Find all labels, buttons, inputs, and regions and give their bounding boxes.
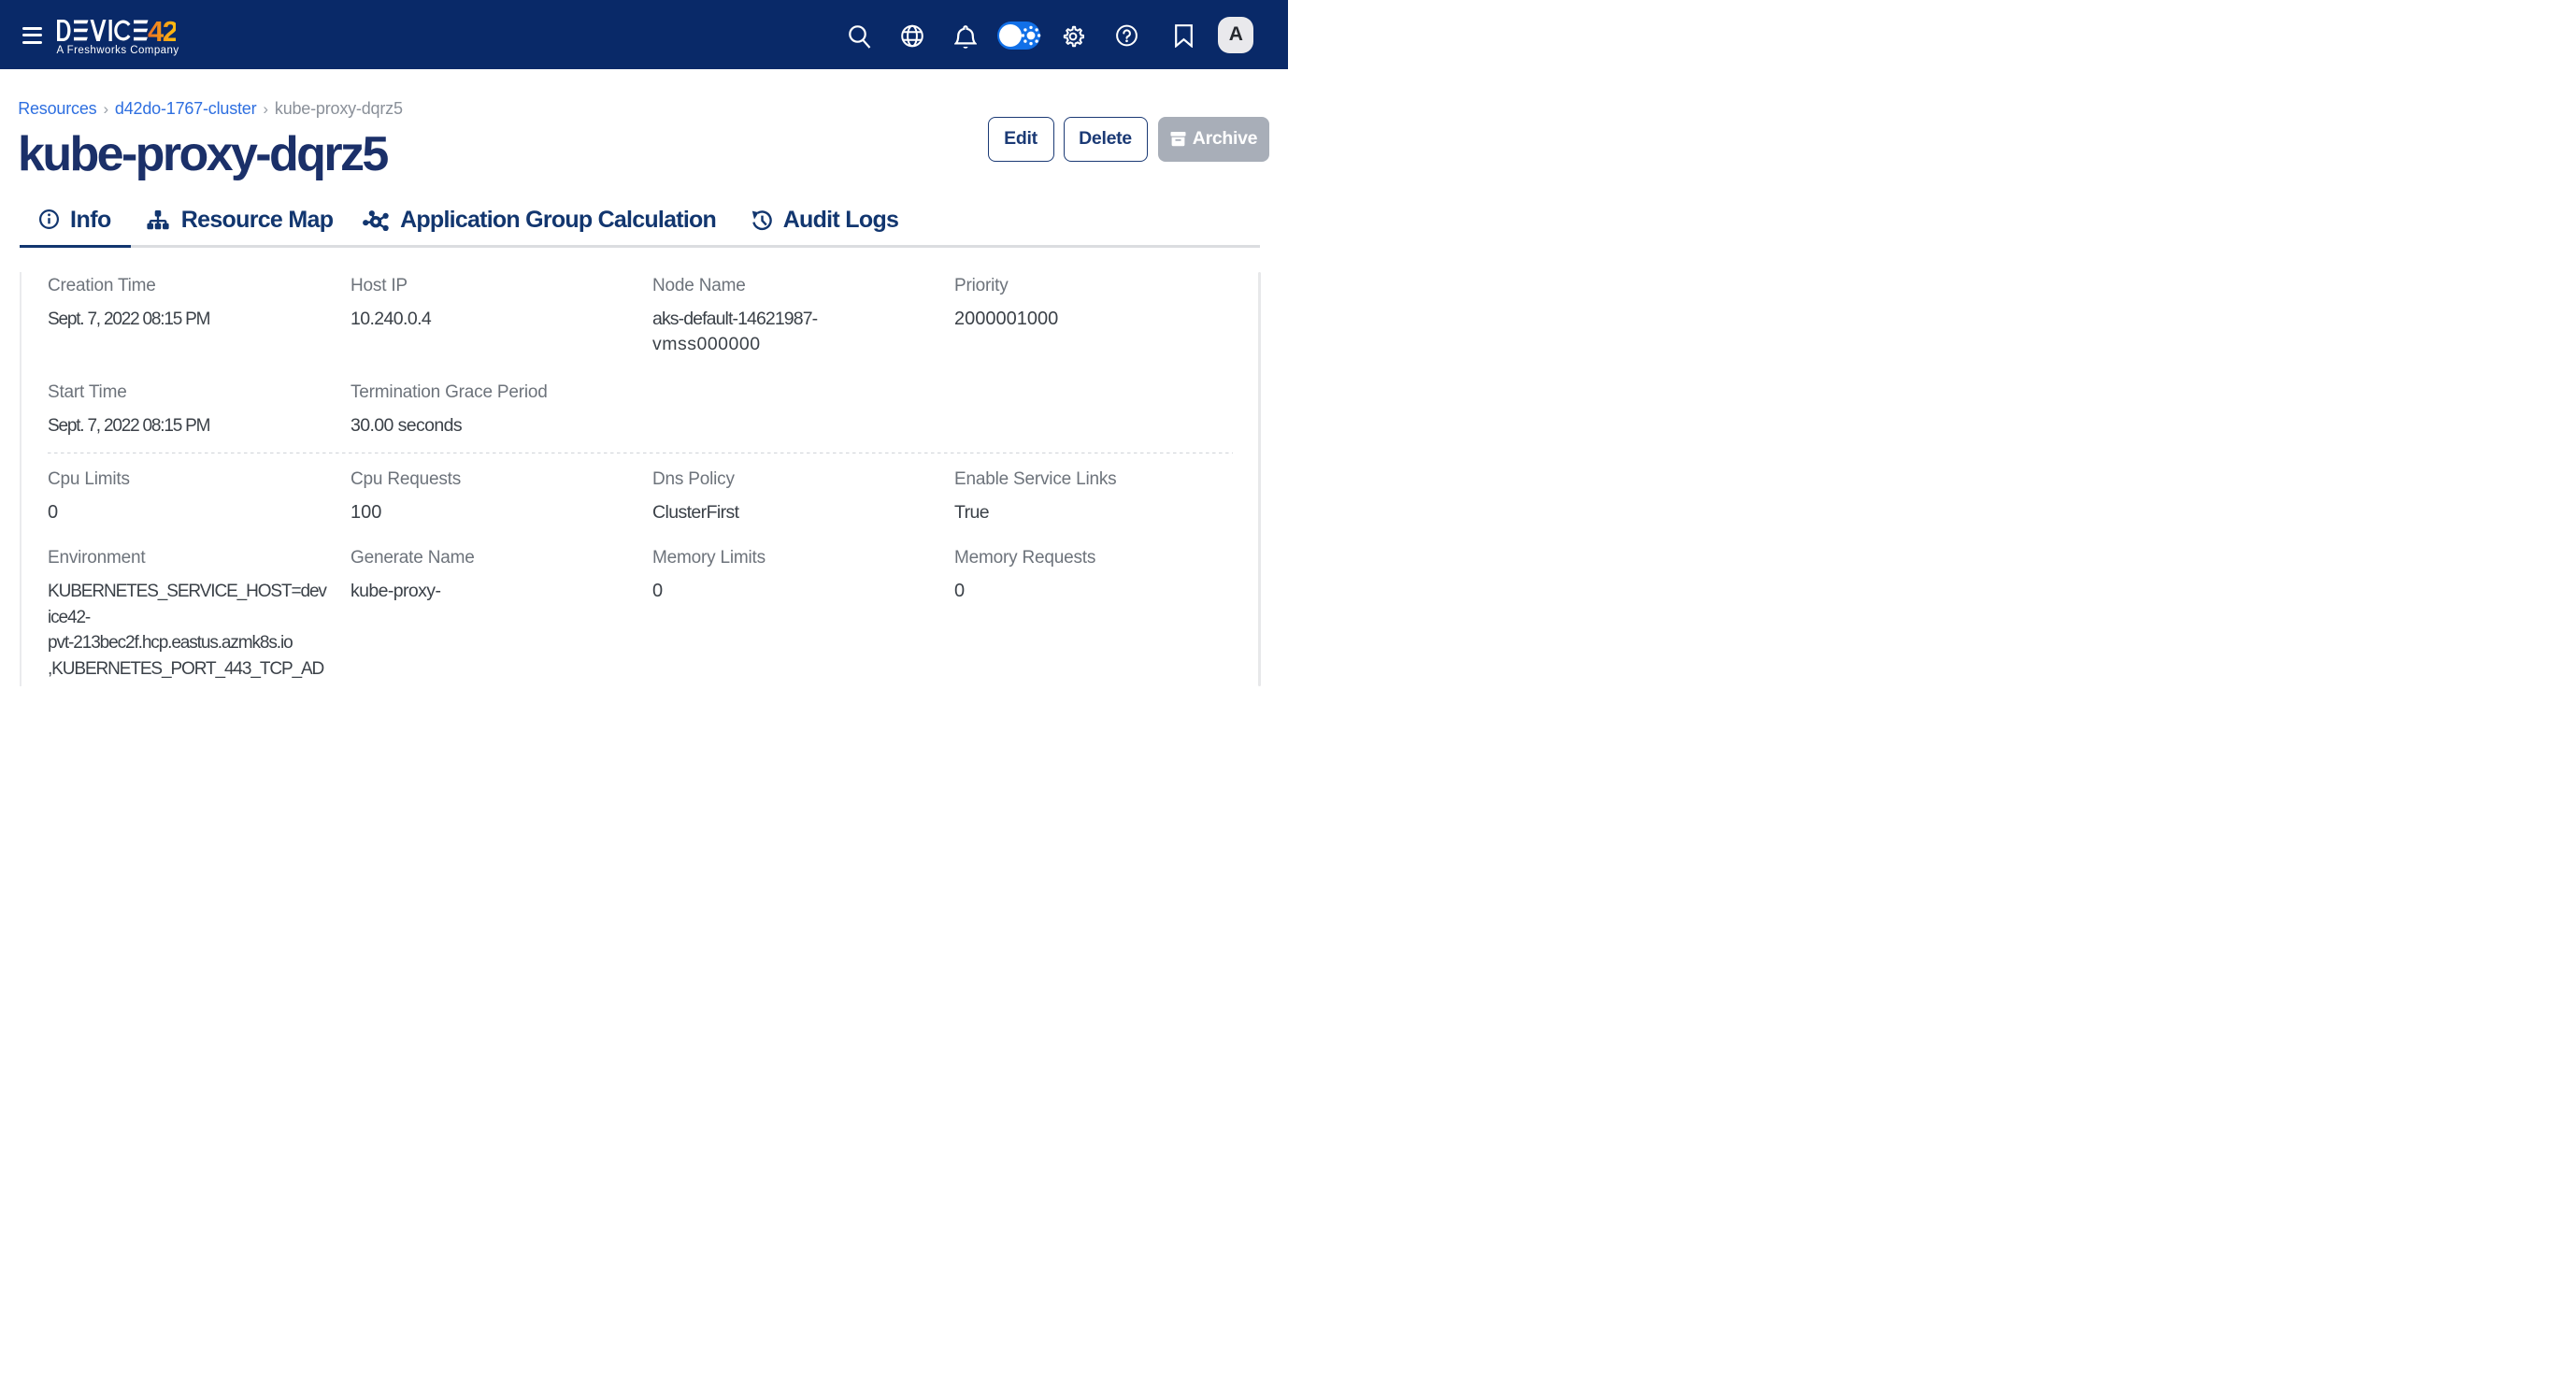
svg-text:42: 42: [148, 20, 176, 44]
